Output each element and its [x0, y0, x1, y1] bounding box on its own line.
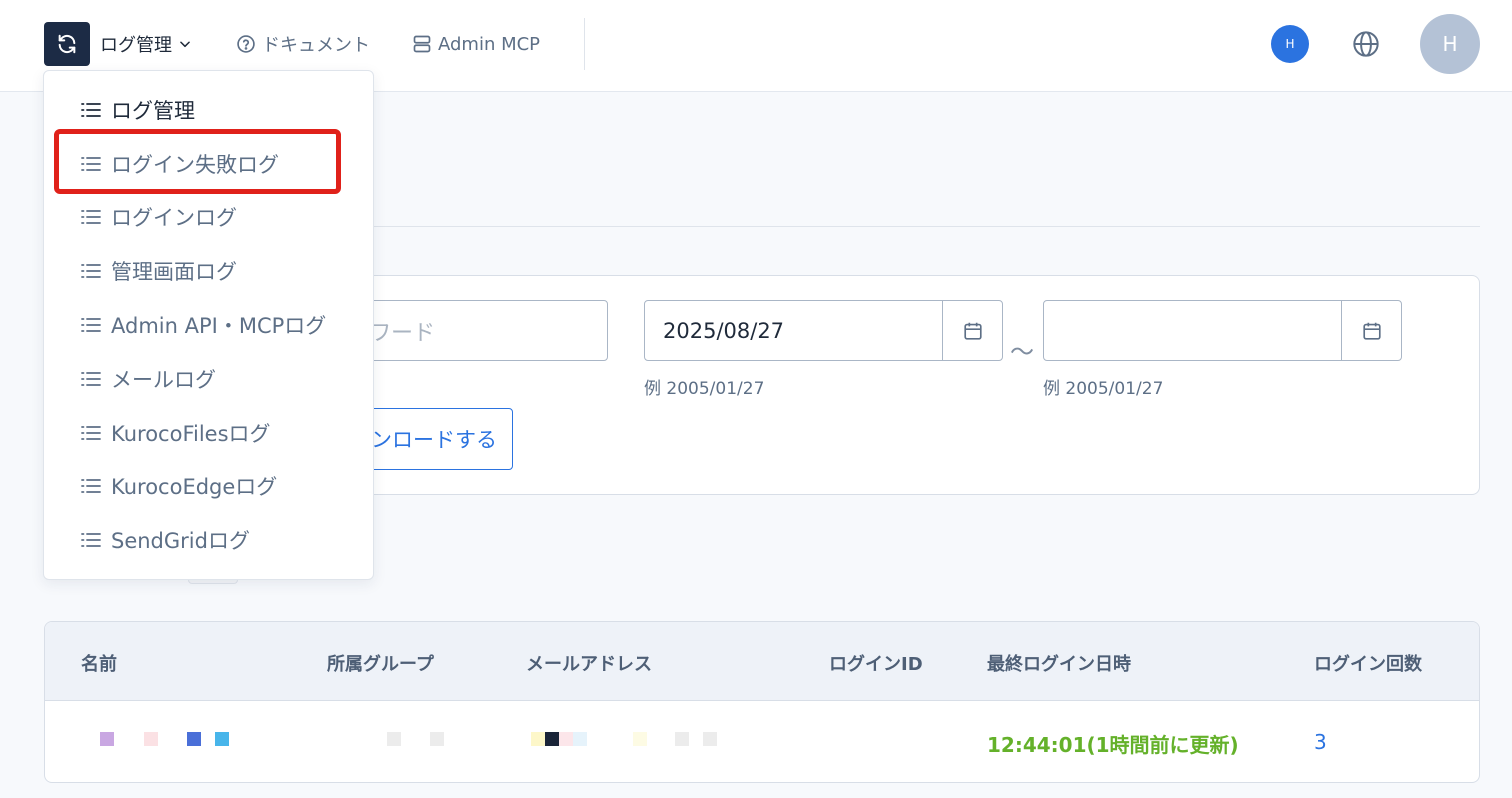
column-header-login-count[interactable]: ログイン回数 [1314, 650, 1422, 676]
menu-item-login-failure-log[interactable]: ログイン失敗ログ [81, 148, 279, 180]
column-header-name[interactable]: 名前 [81, 650, 117, 676]
list-icon [81, 318, 101, 332]
menu-item-admin-screen-log[interactable]: 管理画面ログ [81, 255, 237, 287]
menu-item-kurocoedge-log[interactable]: KurocoEdgeログ [81, 470, 277, 502]
users-table: 名前 所属グループ メールアドレス ログインID 最終ログイン日時 ログイン回数… [44, 621, 1480, 783]
table-header: 名前 所属グループ メールアドレス ログインID 最終ログイン日時 ログイン回数 [45, 622, 1479, 701]
redacted-block [144, 732, 158, 746]
date-from-calendar-button[interactable] [942, 301, 1002, 360]
calendar-icon [1362, 322, 1381, 340]
date-from-hint: 例 2005/01/27 [644, 379, 765, 399]
date-from-field[interactable]: 2025/08/27 [644, 300, 1003, 361]
nav-documents[interactable]: ドキュメント [236, 30, 370, 58]
menu-item-label: 管理画面ログ [111, 260, 237, 284]
redacted-block [703, 732, 717, 746]
menu-item-mail-log[interactable]: メールログ [81, 363, 216, 395]
header-divider [584, 18, 585, 70]
list-icon [81, 479, 101, 493]
list-icon [81, 264, 101, 278]
menu-item-kurocofiles-log[interactable]: KurocoFilesログ [81, 417, 271, 449]
last-login-cell: 12:44:01(1時間前に更新) [987, 733, 1239, 757]
refresh-icon [58, 34, 76, 54]
menu-item-admin-api-mcp-log[interactable]: Admin API・MCPログ [81, 309, 326, 341]
nav-documents-label: ドキュメント [262, 35, 370, 56]
server-icon [413, 35, 431, 53]
menu-item-label: KurocoFilesログ [111, 422, 271, 446]
redacted-block [387, 732, 401, 746]
column-header-login-id[interactable]: ログインID [829, 650, 923, 676]
redacted-block [100, 732, 114, 746]
list-icon [81, 372, 101, 386]
nav-admin-mcp-label: Admin MCP [438, 33, 541, 55]
nav-log-management-label: ログ管理 [100, 35, 172, 56]
list-icon [81, 210, 101, 224]
redacted-block [559, 732, 573, 746]
column-header-last-login[interactable]: 最終ログイン日時 [987, 650, 1131, 676]
date-range-separator: ～ [1010, 338, 1034, 366]
menu-item-login-log[interactable]: ログインログ [81, 201, 237, 233]
date-to-hint: 例 2005/01/27 [1043, 379, 1164, 399]
column-header-email[interactable]: メールアドレス [526, 650, 652, 676]
redacted-block [573, 732, 587, 746]
redacted-block [187, 732, 201, 746]
menu-item-label: メールログ [111, 368, 216, 392]
menu-item-log-management[interactable]: ログ管理 [81, 94, 195, 126]
nav-admin-mcp[interactable]: Admin MCP [412, 30, 540, 58]
list-icon [81, 157, 101, 171]
date-to-field[interactable] [1043, 300, 1402, 361]
menu-item-label: SendGridログ [111, 529, 250, 553]
column-header-group[interactable]: 所属グループ [327, 650, 434, 676]
menu-item-label: ログインログ [111, 206, 237, 230]
nav-log-management[interactable]: ログ管理 [100, 30, 192, 58]
app-switcher-button[interactable] [44, 22, 90, 66]
redacted-block [531, 732, 545, 746]
list-icon [81, 426, 101, 440]
menu-item-label: Admin API・MCPログ [111, 314, 327, 338]
workspace-badge[interactable]: H [1271, 25, 1309, 63]
redacted-block [215, 732, 229, 746]
chevron-down-icon [180, 41, 190, 48]
globe-icon[interactable] [1352, 30, 1380, 58]
download-button-label: ンロードする [371, 428, 497, 452]
date-to-calendar-button[interactable] [1341, 301, 1401, 360]
question-circle-icon [237, 35, 255, 53]
menu-item-label: ログ管理 [111, 99, 195, 123]
calendar-icon [963, 322, 982, 340]
redacted-block [545, 732, 559, 746]
redacted-block [430, 732, 444, 746]
list-icon [81, 533, 101, 547]
list-icon [81, 103, 101, 117]
login-count-link[interactable]: 3 [1314, 730, 1327, 754]
redacted-block [633, 732, 647, 746]
date-from-value: 2025/08/27 [663, 318, 785, 343]
menu-item-sendgrid-log[interactable]: SendGridログ [81, 524, 250, 556]
menu-item-label: ログイン失敗ログ [111, 153, 279, 177]
menu-item-label: KurocoEdgeログ [111, 475, 278, 499]
keyword-placeholder: ワード [369, 320, 436, 346]
user-avatar[interactable]: H [1420, 14, 1480, 74]
redacted-block [675, 732, 689, 746]
